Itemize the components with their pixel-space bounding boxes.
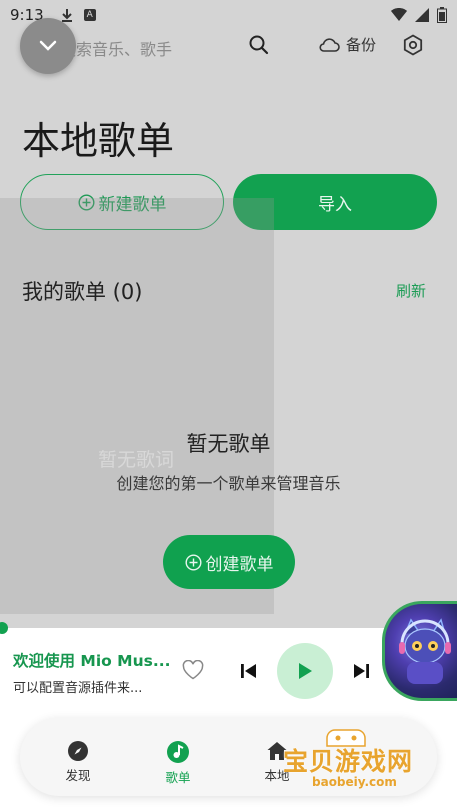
nav-label-discover: 发现	[65, 768, 91, 783]
settings-icon[interactable]	[402, 34, 424, 56]
notification-a-icon: A	[83, 9, 96, 21]
chevron-down-icon	[39, 40, 57, 51]
album-cover[interactable]	[382, 601, 457, 701]
search-input[interactable]: 搜索音乐、歌手	[60, 36, 172, 60]
collapse-button[interactable]	[20, 18, 76, 74]
watermark-url: baobeiy.com	[312, 775, 397, 789]
empty-state-subtitle: 创建您的第一个歌单来管理音乐	[116, 474, 341, 493]
compass-icon	[68, 741, 88, 761]
signal-icon	[415, 8, 429, 22]
song-title: 欢迎使用 Mio Mus...	[13, 652, 171, 670]
create-playlist-label: 创建歌单	[205, 554, 274, 575]
download-icon	[61, 9, 72, 22]
page-title: 本地歌单	[22, 119, 175, 163]
import-label: 导入	[318, 194, 352, 215]
music-note-icon	[167, 741, 189, 763]
cloud-icon	[319, 37, 340, 52]
nav-item-discover[interactable]: 发现	[48, 740, 108, 784]
previous-track-icon[interactable]	[240, 662, 258, 680]
play-icon	[299, 663, 312, 679]
progress-handle[interactable]	[0, 622, 8, 634]
search-icon[interactable]	[248, 34, 270, 56]
wifi-icon	[391, 8, 407, 21]
nav-label-playlists: 歌单	[165, 770, 191, 785]
backup-label: 备份	[346, 36, 377, 54]
create-playlist-button[interactable]: 创建歌单	[163, 535, 295, 589]
play-button[interactable]	[277, 643, 333, 699]
backup-button[interactable]: 备份	[318, 34, 376, 55]
add-circle-icon	[184, 553, 202, 571]
cat-artwork-icon	[399, 618, 451, 684]
song-subtitle: 可以配置音源插件来...	[13, 681, 143, 696]
battery-icon	[437, 7, 447, 23]
heart-icon[interactable]	[182, 660, 204, 680]
refresh-button[interactable]: 刷新	[396, 280, 426, 301]
next-track-icon[interactable]	[352, 662, 370, 680]
my-playlists-heading: 我的歌单 (0)	[22, 280, 143, 304]
watermark-text: 宝贝游戏网	[283, 747, 414, 776]
empty-state-title: 暂无歌单	[186, 432, 271, 456]
nav-item-playlists[interactable]: 歌单	[148, 740, 208, 786]
status-bar: 9:13 A	[0, 0, 457, 30]
